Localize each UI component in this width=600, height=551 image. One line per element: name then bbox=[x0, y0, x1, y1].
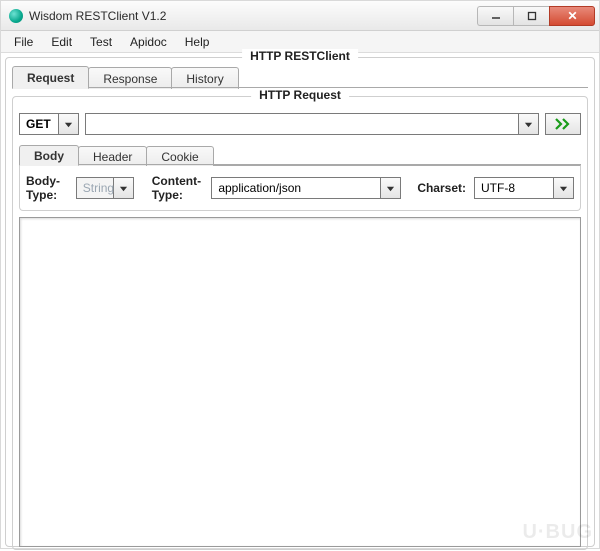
maximize-button[interactable] bbox=[513, 6, 549, 26]
tab-request[interactable]: Request bbox=[12, 66, 89, 89]
menu-file[interactable]: File bbox=[7, 33, 40, 51]
content-type-label: Content-Type: bbox=[152, 174, 204, 202]
http-request-group: HTTP Request GET bbox=[12, 96, 588, 550]
body-type-value[interactable]: String bbox=[76, 177, 114, 199]
subtab-cookie[interactable]: Cookie bbox=[146, 146, 213, 166]
app-icon bbox=[9, 9, 23, 23]
content-type-value[interactable]: application/json bbox=[211, 177, 381, 199]
body-options-row: Body-Type: String Content-Type: applicat… bbox=[19, 165, 581, 211]
menu-apidoc[interactable]: Apidoc bbox=[123, 33, 174, 51]
menu-help[interactable]: Help bbox=[178, 33, 217, 51]
body-type-combo[interactable]: String bbox=[76, 177, 134, 199]
body-type-label: Body-Type: bbox=[26, 174, 68, 202]
charset-dropdown-button[interactable] bbox=[554, 177, 574, 199]
menu-test[interactable]: Test bbox=[83, 33, 119, 51]
content-type-combo[interactable]: application/json bbox=[211, 177, 401, 199]
body-type-dropdown-button[interactable] bbox=[114, 177, 134, 199]
window-title: Wisdom RESTClient V1.2 bbox=[29, 9, 166, 23]
charset-combo[interactable]: UTF-8 bbox=[474, 177, 574, 199]
http-method-dropdown-button[interactable] bbox=[59, 113, 79, 135]
body-panel: Body-Type: String Content-Type: applicat… bbox=[19, 165, 581, 211]
subtab-body[interactable]: Body bbox=[19, 145, 79, 166]
app-window: Wisdom RESTClient V1.2 File Edit Test Ap… bbox=[0, 0, 600, 549]
subtabs-underline bbox=[19, 164, 581, 165]
client-area: HTTP RESTClient Request Response History… bbox=[1, 53, 599, 551]
titlebar: Wisdom RESTClient V1.2 bbox=[1, 1, 599, 31]
main-panel: HTTP RESTClient Request Response History… bbox=[5, 57, 595, 547]
send-button[interactable] bbox=[545, 113, 581, 135]
url-combo[interactable] bbox=[85, 113, 539, 135]
http-request-group-title: HTTP Request bbox=[251, 88, 349, 102]
window-controls bbox=[477, 6, 595, 26]
body-editor[interactable] bbox=[19, 217, 581, 547]
charset-label: Charset: bbox=[417, 181, 466, 195]
url-input[interactable] bbox=[85, 113, 519, 135]
minimize-button[interactable] bbox=[477, 6, 513, 26]
tab-response[interactable]: Response bbox=[88, 67, 172, 89]
menu-edit[interactable]: Edit bbox=[44, 33, 79, 51]
request-subtabs: Body Header Cookie bbox=[13, 141, 587, 165]
http-method-combo[interactable]: GET bbox=[19, 113, 79, 135]
http-method-value[interactable]: GET bbox=[19, 113, 59, 135]
tab-history[interactable]: History bbox=[171, 67, 238, 89]
close-button[interactable] bbox=[549, 6, 595, 26]
charset-value[interactable]: UTF-8 bbox=[474, 177, 554, 199]
subtab-header[interactable]: Header bbox=[78, 146, 147, 166]
watermark: U·BUG bbox=[522, 521, 593, 544]
url-dropdown-button[interactable] bbox=[519, 113, 539, 135]
url-row: GET bbox=[13, 109, 587, 141]
main-tabs: Request Response History bbox=[6, 58, 594, 88]
content-type-dropdown-button[interactable] bbox=[381, 177, 401, 199]
